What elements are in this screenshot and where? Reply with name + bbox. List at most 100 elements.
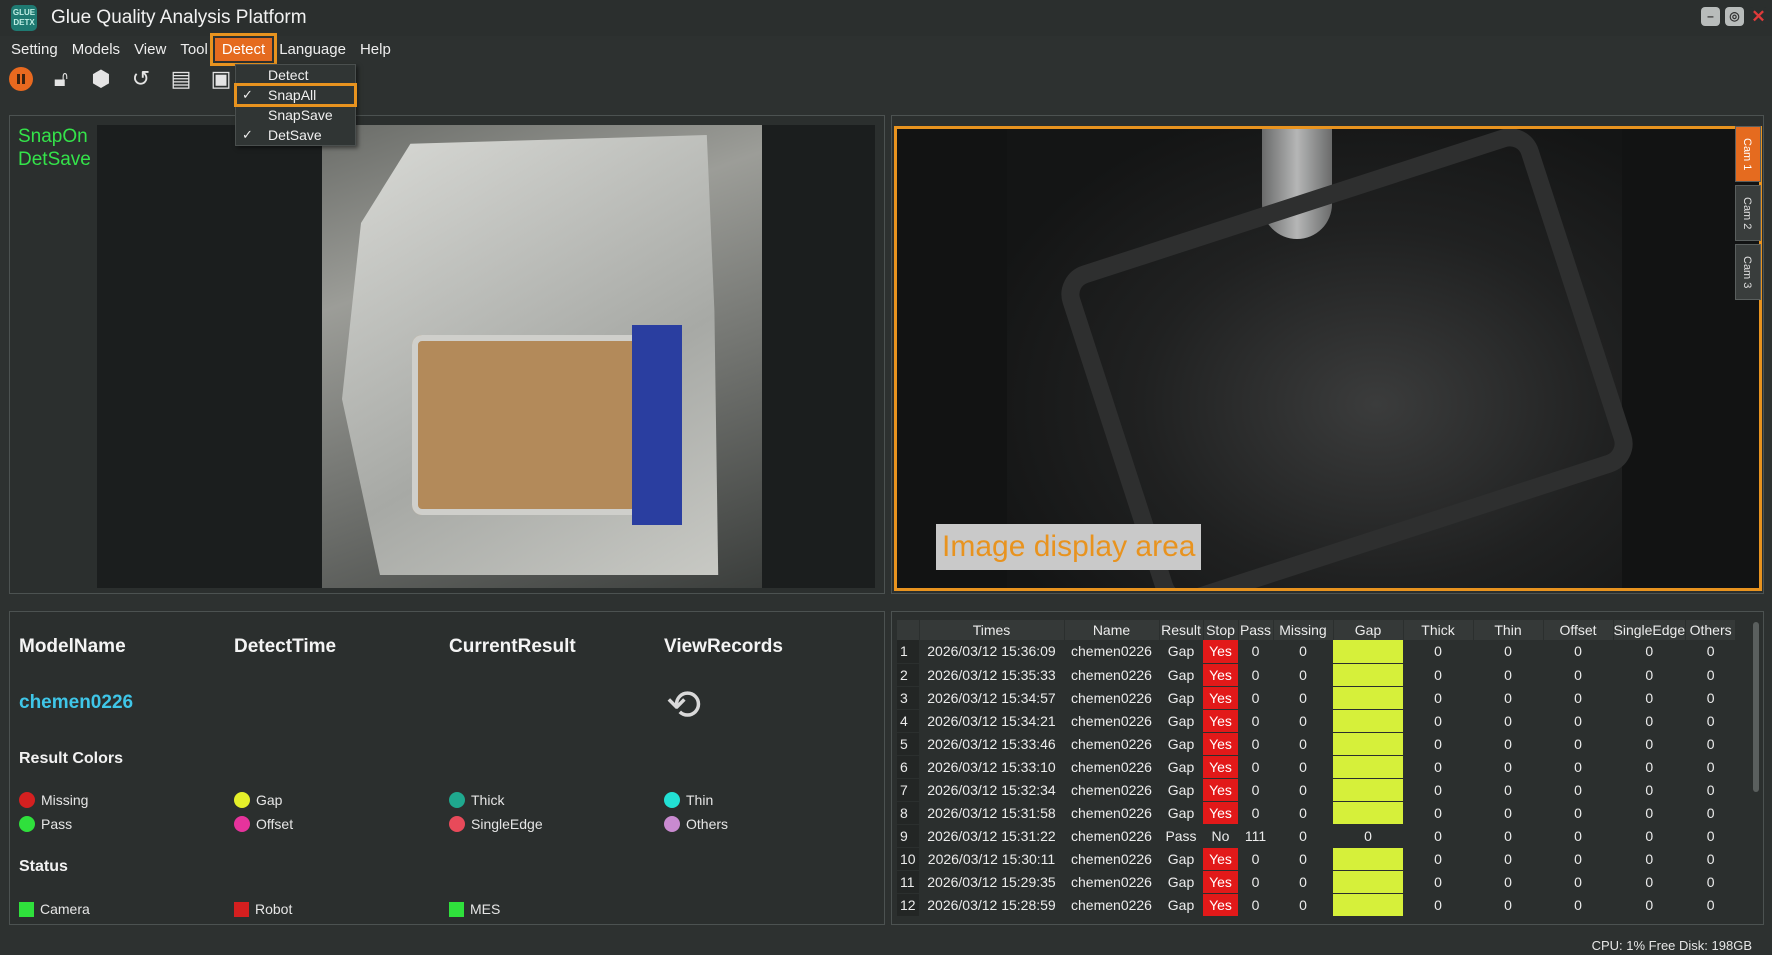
tab-cam-3[interactable]: Cam 3 xyxy=(1735,244,1761,300)
records-scrollbar[interactable] xyxy=(1753,622,1759,792)
table-cell: 0 xyxy=(1238,640,1273,664)
table-cell: Yes xyxy=(1203,686,1238,710)
dropdown-item-detect[interactable]: Detect xyxy=(236,65,355,85)
menu-setting[interactable]: Setting xyxy=(4,38,65,61)
column-header-missing[interactable]: Missing xyxy=(1273,620,1334,640)
table-cell: 0 xyxy=(1238,663,1273,687)
table-cell: 0 xyxy=(1273,709,1333,733)
table-row[interactable]: 8 2026/03/12 15:31:58 chemen0226 Gap Yes 0 0 2 0… xyxy=(897,801,1736,825)
clipboard-icon[interactable]: ▤ xyxy=(166,64,196,94)
table-cell: chemen0226 xyxy=(1064,732,1159,756)
blue-crate-shape xyxy=(632,325,682,525)
view-records-header: ViewRecords xyxy=(664,636,783,657)
table-cell: chemen0226 xyxy=(1064,709,1159,733)
table-cell: 0 xyxy=(1613,824,1686,848)
table-cell: 2 xyxy=(1333,893,1403,917)
column-header-pass[interactable]: Pass xyxy=(1238,620,1274,640)
tab-cam-2[interactable]: Cam 2 xyxy=(1735,185,1761,241)
table-row[interactable]: 6 2026/03/12 15:33:10 chemen0226 Gap Yes 0 0 2 0… xyxy=(897,755,1736,779)
dropdown-item-detsave[interactable]: ✓ DetSave xyxy=(236,125,355,145)
column-header-stop[interactable]: Stop xyxy=(1203,620,1239,640)
table-row[interactable]: 9 2026/03/12 15:31:22 chemen0226 Pass No 111 0… xyxy=(897,824,1736,848)
menu-models[interactable]: Models xyxy=(65,38,127,61)
table-cell: Gap xyxy=(1159,663,1203,687)
table-cell: 0 xyxy=(1543,686,1613,710)
table-cell: Yes xyxy=(1203,640,1238,664)
table-cell: 2 xyxy=(1333,847,1403,871)
table-cell: Yes xyxy=(1203,778,1238,802)
menu-detect[interactable]: Detect xyxy=(209,32,278,66)
history-icon[interactable]: ↺ xyxy=(126,64,156,94)
column-header-name[interactable]: Name xyxy=(1064,620,1160,640)
view-records-icon[interactable]: ⟲ xyxy=(666,680,701,729)
table-row[interactable]: 11 2026/03/12 15:29:35 chemen0226 Gap Yes 0 0 2… xyxy=(897,870,1736,894)
table-cell: 0 xyxy=(1685,663,1736,687)
table-cell: 0 xyxy=(1543,732,1613,756)
table-cell: 0 xyxy=(1685,870,1736,894)
camera-panel: Image display area Cam 1 Cam 2 Cam 3 xyxy=(891,115,1764,594)
unlock-icon[interactable]: 🔓︎ xyxy=(46,64,76,94)
camera-image-frame[interactable]: Image display area xyxy=(894,126,1762,591)
table-row[interactable]: 7 2026/03/12 15:32:34 chemen0226 Gap Yes 0 0 2 0… xyxy=(897,778,1736,802)
column-header-offset[interactable]: Offset xyxy=(1543,620,1614,640)
menu-view[interactable]: View xyxy=(127,38,173,61)
table-cell: 0 xyxy=(1333,824,1403,848)
table-cell: chemen0226 xyxy=(1064,778,1159,802)
restore-icon[interactable]: ◎ xyxy=(1725,7,1744,26)
table-row[interactable]: 4 2026/03/12 15:34:21 chemen0226 Gap Yes 0 0 2 0… xyxy=(897,709,1736,733)
minimize-icon[interactable]: – xyxy=(1701,7,1720,26)
table-cell: 2 xyxy=(1333,732,1403,756)
legend-gap: Gap xyxy=(234,792,282,808)
column-header-result[interactable]: Result xyxy=(1159,620,1204,640)
menu-tool[interactable]: Tool xyxy=(173,38,215,61)
table-cell: 0 xyxy=(1273,801,1333,825)
legend-label: Pass xyxy=(41,816,73,832)
pause-icon[interactable] xyxy=(6,64,36,94)
table-row[interactable]: 1 2026/03/12 15:36:09 chemen0226 Gap Yes 0 0 2 0… xyxy=(897,640,1736,664)
table-row[interactable]: 10 2026/03/12 15:30:11 chemen0226 Gap Yes 0 0 2… xyxy=(897,847,1736,871)
table-cell: 0 xyxy=(1273,755,1333,779)
monitor-chart-icon[interactable]: ▣ xyxy=(206,64,236,94)
row-number-cell: 9 xyxy=(897,824,919,848)
row-number-cell: 3 xyxy=(897,686,919,710)
column-header-thin[interactable]: Thin xyxy=(1473,620,1544,640)
toolbar: 🔓︎ ⬢ ↺ ▤ ▣ xyxy=(6,62,236,96)
column-header-times[interactable]: Times xyxy=(919,620,1065,640)
table-cell: 2026/03/12 15:32:34 xyxy=(919,778,1064,802)
table-cell: 0 xyxy=(1473,893,1543,917)
table-row[interactable]: 12 2026/03/12 15:28:59 chemen0226 Gap Yes 0 0 2… xyxy=(897,893,1736,917)
current-result-header: CurrentResult xyxy=(449,636,576,657)
table-cell: 0 xyxy=(1473,870,1543,894)
offset-color-dot xyxy=(234,816,250,832)
column-header-gap[interactable]: Gap xyxy=(1333,620,1404,640)
table-cell: 0 xyxy=(1543,778,1613,802)
table-cell: chemen0226 xyxy=(1064,663,1159,687)
table-cell: 2026/03/12 15:34:21 xyxy=(919,709,1064,733)
table-cell: 0 xyxy=(1273,640,1333,664)
table-cell: 0 xyxy=(1473,709,1543,733)
dropdown-item-label: SnapAll xyxy=(268,87,317,103)
camera-status-indicator xyxy=(19,901,34,917)
menu-help[interactable]: Help xyxy=(353,38,398,61)
column-header-others[interactable]: Others xyxy=(1685,620,1737,640)
tab-cam-1[interactable]: Cam 1 xyxy=(1735,126,1761,182)
column-header-singleedge[interactable]: SingleEdge xyxy=(1613,620,1687,640)
door-photo-image xyxy=(322,125,762,588)
close-icon[interactable]: ✕ xyxy=(1749,7,1768,26)
menu-language[interactable]: Language xyxy=(272,38,353,61)
dropdown-item-snapsave[interactable]: SnapSave xyxy=(236,105,355,125)
table-cell: Gap xyxy=(1159,778,1203,802)
table-cell: chemen0226 xyxy=(1064,893,1159,917)
cube-icon[interactable]: ⬢ xyxy=(86,64,116,94)
dropdown-item-snapall[interactable]: ✓ SnapAll xyxy=(234,83,357,107)
column-header-thick[interactable]: Thick xyxy=(1403,620,1474,640)
others-color-dot xyxy=(664,816,680,832)
table-cell: chemen0226 xyxy=(1064,755,1159,779)
snapon-indicator: SnapOn xyxy=(18,126,88,147)
status-label: MES xyxy=(470,901,501,917)
table-row[interactable]: 3 2026/03/12 15:34:57 chemen0226 Gap Yes 0 0 2 0… xyxy=(897,686,1736,710)
table-row[interactable]: 5 2026/03/12 15:33:46 chemen0226 Gap Yes 0 0 2 0… xyxy=(897,732,1736,756)
table-cell: 0 xyxy=(1403,709,1473,733)
row-number-cell: 8 xyxy=(897,801,919,825)
table-row[interactable]: 2 2026/03/12 15:35:33 chemen0226 Gap Yes 0 0 2 0… xyxy=(897,663,1736,687)
